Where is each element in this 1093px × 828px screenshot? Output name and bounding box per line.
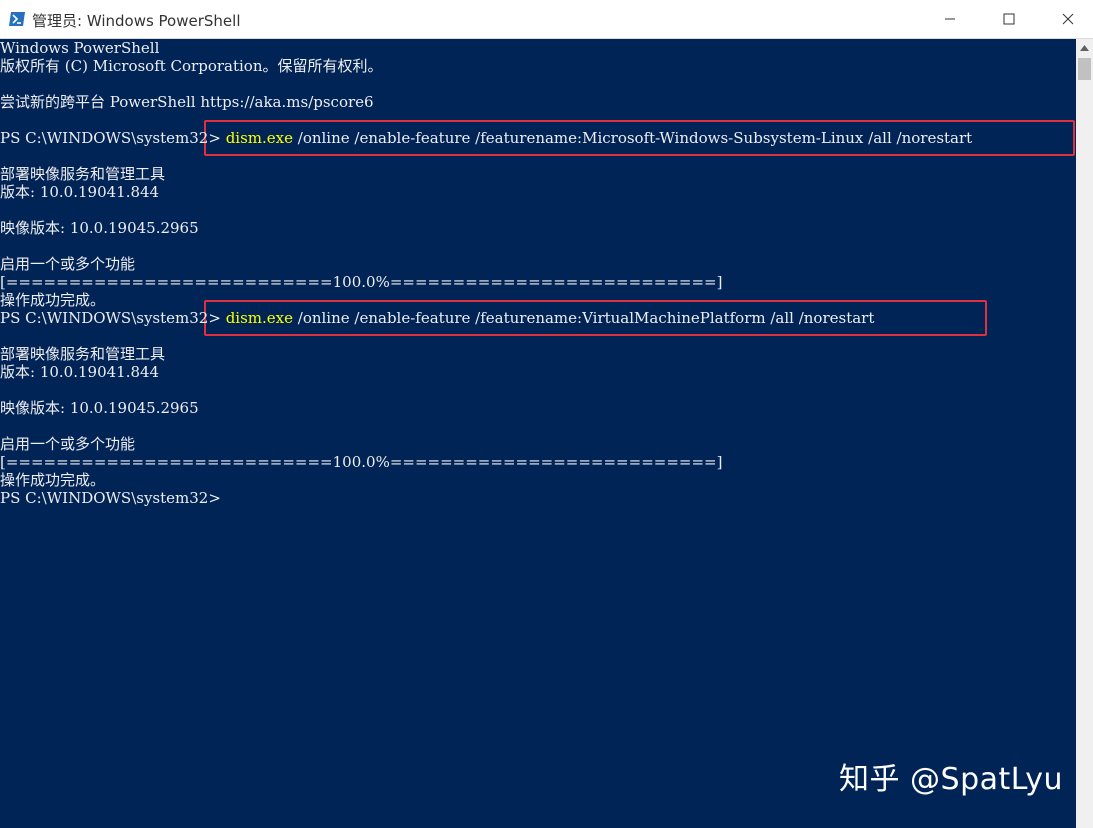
watermark: 知乎 @SpatLyu [839, 762, 1063, 797]
terminal-line: 启用一个或多个功能 [0, 255, 136, 273]
powershell-icon [9, 11, 25, 26]
terminal-line: [==========================100.0%=======… [0, 453, 723, 471]
terminal-line: [==========================100.0%=======… [0, 273, 723, 291]
title-bar[interactable]: 管理员: Windows PowerShell [0, 0, 1093, 39]
terminal-line: 部署映像服务和管理工具 [0, 165, 166, 183]
minimize-button[interactable] [927, 0, 973, 38]
terminal-line: 映像版本: 10.0.19045.2965 [0, 399, 199, 417]
command-name: dism.exe [225, 309, 293, 327]
terminal-line: 版权所有 (C) Microsoft Corporation。保留所有权利。 [0, 57, 383, 75]
command-args: /online /enable-feature /featurename:Mic… [293, 129, 973, 147]
command-line: PS C:\WINDOWS\system32> dism.exe /online… [0, 129, 972, 147]
prompt: PS C:\WINDOWS\system32> [0, 309, 226, 327]
terminal-line: 启用一个或多个功能 [0, 435, 136, 453]
maximize-button[interactable] [986, 0, 1032, 38]
terminal-line: 尝试新的跨平台 PowerShell https://aka.ms/pscore… [0, 93, 374, 111]
command-name: dism.exe [225, 129, 293, 147]
maximize-icon [1003, 13, 1015, 25]
terminal-line: 操作成功完成。 [0, 291, 106, 309]
chevron-up-icon [1080, 44, 1089, 51]
scroll-up-button[interactable] [1076, 39, 1093, 56]
minimize-icon [945, 18, 955, 20]
terminal-line: 版本: 10.0.19041.844 [0, 363, 160, 381]
vertical-scrollbar[interactable] [1076, 39, 1093, 828]
close-icon [1062, 13, 1074, 25]
terminal-line: 操作成功完成。 [0, 471, 106, 489]
terminal-line: 版本: 10.0.19041.844 [0, 183, 160, 201]
command-line: PS C:\WINDOWS\system32> dism.exe /online… [0, 309, 874, 327]
command-args: /online /enable-feature /featurename:Vir… [293, 309, 875, 327]
window-title: 管理员: Windows PowerShell [32, 12, 241, 30]
terminal-line: PS C:\WINDOWS\system32> [0, 489, 221, 507]
terminal-line: 映像版本: 10.0.19045.2965 [0, 219, 199, 237]
terminal-line: Windows PowerShell [0, 39, 160, 57]
prompt: PS C:\WINDOWS\system32> [0, 129, 226, 147]
terminal-line: 部署映像服务和管理工具 [0, 345, 166, 363]
terminal-output[interactable]: Windows PowerShell 版权所有 (C) Microsoft Cor… [0, 39, 1076, 828]
scroll-thumb[interactable] [1078, 58, 1091, 80]
close-button[interactable] [1045, 0, 1091, 38]
